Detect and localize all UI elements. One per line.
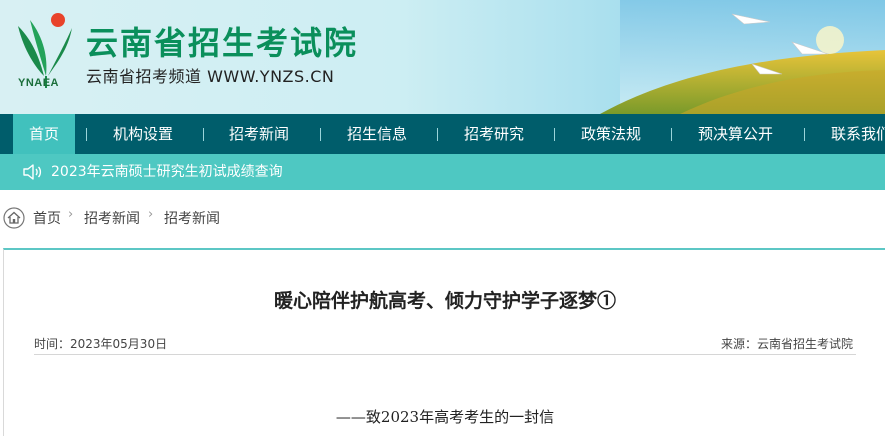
- nav-divider: [554, 128, 555, 141]
- main-nav: 首页 机构设置 招考新闻 招生信息 招考研究 政策法规 预决算公开 联系我们: [0, 114, 885, 154]
- nav-item-policies[interactable]: 政策法规: [581, 114, 641, 154]
- nav-item-exam-news[interactable]: 招考新闻: [229, 114, 289, 154]
- breadcrumb-current[interactable]: 招考新闻: [164, 208, 220, 228]
- nav-item-home[interactable]: 首页: [13, 114, 75, 154]
- nav-divider: [437, 128, 438, 141]
- divider: [34, 354, 856, 355]
- nav-item-admission-info[interactable]: 招生信息: [347, 114, 407, 154]
- article-title: 暖心陪伴护航高考、倾力守护学子逐梦①: [273, 290, 616, 312]
- article-source: 来源：云南省招生考试院: [720, 337, 853, 351]
- nav-divider: [203, 128, 204, 141]
- chevron-right-icon: ›: [68, 207, 74, 222]
- nav-item-exam-research[interactable]: 招考研究: [464, 114, 524, 154]
- nav-item-contact[interactable]: 联系我们: [831, 114, 885, 154]
- nav-divider: [320, 128, 321, 141]
- article-panel: 暖心陪伴护航高考、倾力守护学子逐梦① 时间：2023年05月30日 来源：云南省…: [3, 248, 885, 436]
- header-banner-art: [600, 0, 885, 114]
- breadcrumb-exam-news[interactable]: 招考新闻: [84, 208, 140, 228]
- home-icon: [3, 207, 25, 229]
- breadcrumb: 首页 › 招考新闻 › 招考新闻: [0, 203, 885, 233]
- nav-divider: [804, 128, 805, 141]
- site-title: 云南省招生考试院: [86, 24, 359, 62]
- nav-item-budget[interactable]: 预决算公开: [698, 114, 773, 154]
- breadcrumb-home[interactable]: 首页: [33, 208, 61, 228]
- speaker-icon: [23, 164, 42, 180]
- article-subtitle: ——致2023年高考考生的一封信: [335, 408, 555, 426]
- notice-link[interactable]: 2023年云南硕士研究生初试成绩查询: [51, 154, 283, 190]
- nav-divider: [86, 128, 87, 141]
- article-date: 时间：2023年05月30日: [34, 337, 168, 351]
- logo-text: YNAEA: [18, 77, 60, 89]
- nav-divider: [671, 128, 672, 141]
- site-subtitle: 云南省招考频道 WWW.YNZS.CN: [86, 67, 335, 86]
- chevron-right-icon: ›: [148, 207, 154, 222]
- notice-bar: 2023年云南硕士研究生初试成绩查询: [0, 154, 885, 190]
- nav-item-organization[interactable]: 机构设置: [113, 114, 173, 154]
- site-header: YNAEA 云南省招生考试院 云南省招考频道 WWW.YNZS.CN: [0, 0, 885, 114]
